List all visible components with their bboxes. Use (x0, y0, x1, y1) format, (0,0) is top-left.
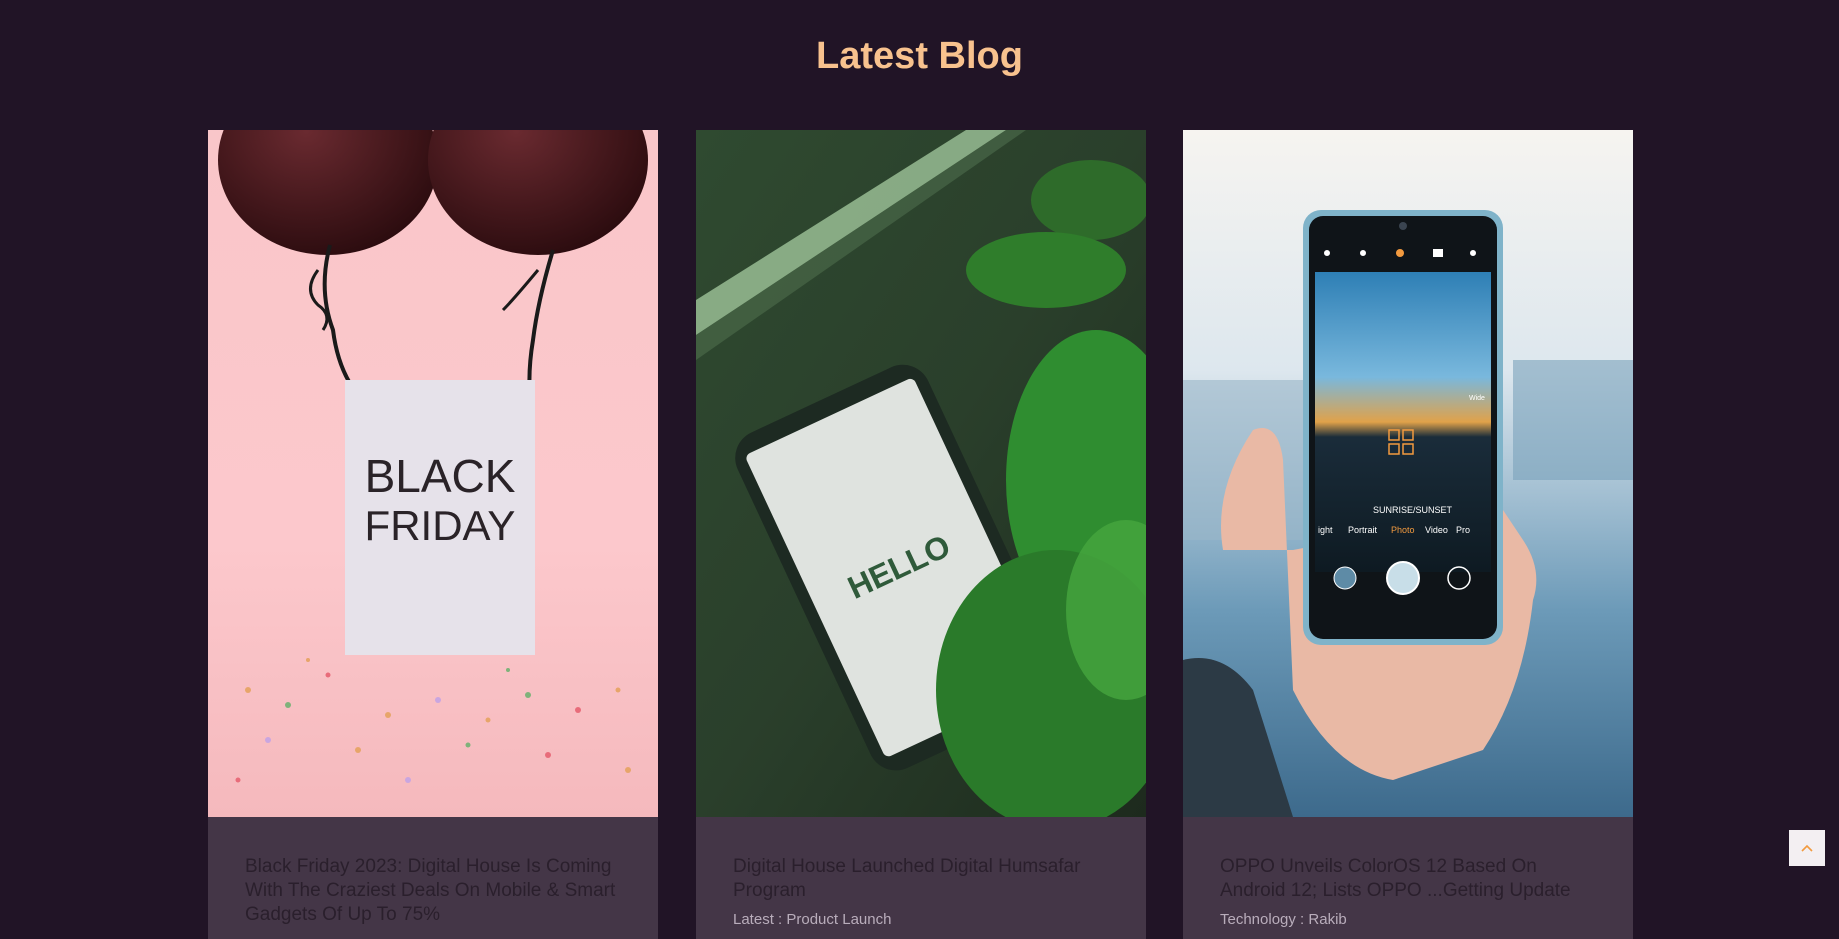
blog-card-meta: Technology : Rakib (1220, 911, 1347, 928)
oppo-phone-photo: SUNRISE/SUNSET ight Portrait Photo Video… (1183, 130, 1633, 817)
blog-card-image[interactable]: BLACK FRIDAY (208, 130, 658, 817)
hello-phone-photo: HELLO (696, 130, 1146, 817)
blog-card-1[interactable]: BLACK FRIDAY Black Friday 2023: Digital … (208, 130, 658, 939)
blog-card-title[interactable]: Digital House Launched Digital Humsafar … (733, 855, 1109, 903)
night-mode-label: ight (1318, 525, 1333, 535)
blog-card-image[interactable]: HELLO (696, 130, 1146, 817)
chevron-up-icon (1801, 844, 1813, 852)
blog-card-meta: Latest : Product Launch (733, 911, 892, 928)
blog-card-body: Digital House Launched Digital Humsafar … (696, 817, 1146, 928)
photo-mode-label: Photo (1391, 525, 1415, 535)
video-mode-label: Video (1425, 525, 1448, 535)
wide-lens-label: Wide (1469, 395, 1485, 402)
sunrise-label: SUNRISE/SUNSET (1373, 505, 1453, 515)
blog-card-2[interactable]: HELLO Digital House Launched Digital Hum… (696, 130, 1146, 939)
blog-card-body: OPPO Unveils ColorOS 12 Based On Android… (1183, 817, 1633, 928)
blog-card-image[interactable]: SUNRISE/SUNSET ight Portrait Photo Video… (1183, 130, 1633, 817)
blog-card-3[interactable]: SUNRISE/SUNSET ight Portrait Photo Video… (1183, 130, 1633, 939)
blog-card-title[interactable]: OPPO Unveils ColorOS 12 Based On Android… (1220, 855, 1596, 903)
pro-mode-label: Pro (1456, 525, 1470, 535)
black-friday-photo: BLACK FRIDAY (208, 130, 658, 817)
black-text: BLACK (365, 450, 516, 502)
friday-text: FRIDAY (365, 502, 516, 549)
portrait-mode-label: Portrait (1348, 525, 1378, 535)
blog-card-body: Black Friday 2023: Digital House Is Comi… (208, 817, 658, 927)
section-title: Latest Blog (816, 35, 1023, 77)
scroll-to-top-button[interactable] (1789, 830, 1825, 866)
blog-card-title[interactable]: Black Friday 2023: Digital House Is Comi… (245, 855, 621, 927)
